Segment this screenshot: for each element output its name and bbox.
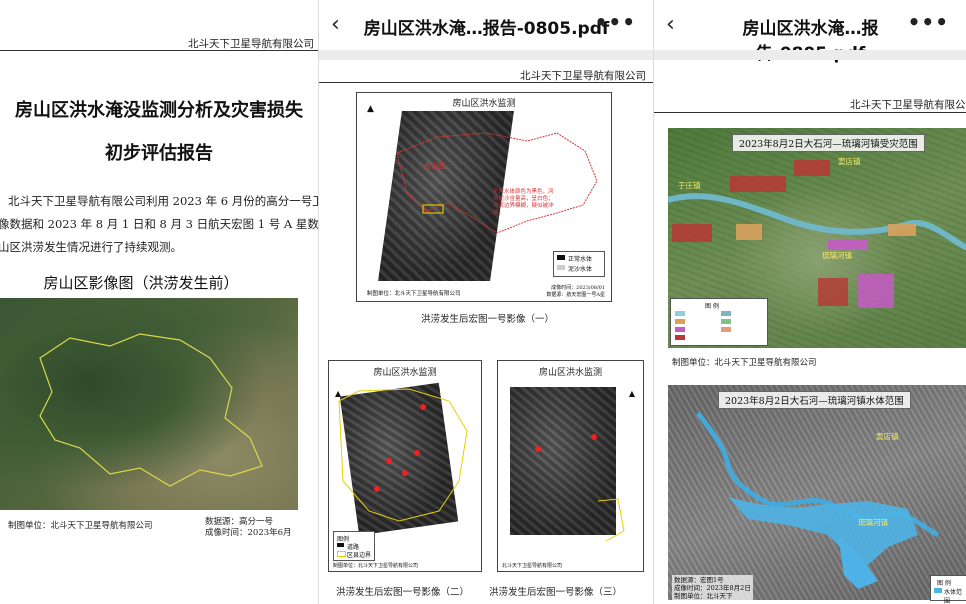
image-title: 房山区影像图（洪涝发生前） — [43, 274, 239, 292]
pdf-viewer-panel-2: ‹ 房山区洪水淹…报告-0805.pdf ••• 北斗天下卫星导航有限公司 房山… — [318, 0, 654, 604]
pdf-viewer-panel-3: ‹ 房山区洪水淹…报告-0805.pdf ••• 北斗天下卫星导航有限公司 20… — [653, 0, 966, 604]
more-options-icon[interactable]: ••• — [595, 10, 636, 34]
flood-monitoring-map-1: 房山区洪水监测 ▲ 房山区 正常水体颜色为黑色，河流泥沙含量高，呈白色；河流边界… — [356, 92, 612, 302]
map-legend: 图 例 — [670, 298, 768, 346]
imaging-time: 成像时间：2023年6月 — [205, 528, 292, 538]
map-producer: 制图单位：北斗天下卫星导航有限公司 — [333, 563, 419, 569]
document-subtitle: 初步评估报告 — [105, 143, 213, 164]
map-producer: 制图单位：北斗天下 — [674, 592, 733, 600]
map-producer: 制图单位：北斗天下卫星导航有限公司 — [367, 291, 461, 297]
place-label: 房山区 — [424, 162, 445, 170]
flood-monitoring-map-3: 房山区洪水监测 ▲ 北斗天下卫星导航有限公司 — [497, 360, 644, 572]
map-producer: 北斗天下卫星导航有限公司 — [502, 563, 563, 569]
header-rule — [319, 82, 654, 83]
header-rule — [654, 112, 966, 113]
map-legend: 图例 道路 区县边界 — [333, 531, 375, 561]
map-producer: 制图单位：北斗天下卫星导航有限公司 — [8, 521, 153, 531]
back-icon[interactable]: ‹ — [666, 12, 675, 38]
company-header: 北斗天下卫星导航有限公司 — [520, 70, 646, 82]
flood-points — [535, 434, 625, 542]
document-page-1: 北斗天下卫星导航有限公司 房山区洪水淹没监测分析及灾害损失 初步评估报告 北斗天… — [0, 0, 318, 604]
map-annotation: 正常水体颜色为黑色，河流泥沙含量高，呈白色；河流边界模糊，疑似被冲毁。 — [493, 189, 554, 216]
legend-label: 区县边界 — [347, 552, 372, 559]
company-header: 北斗天下卫星导航有限公司 — [188, 38, 314, 50]
place-label: 窦店镇 — [876, 432, 899, 441]
legend-swatch — [557, 255, 565, 260]
figure-caption: 洪涝发生后宏图一号影像（三） — [489, 587, 623, 598]
map-info: 数据源：宏图1号 成像时间：2023年8月2日 制图单位：北斗天下 — [672, 575, 753, 601]
legend-swatch — [934, 588, 942, 593]
legend-label: 泥沙水体 — [568, 266, 593, 273]
paragraph-line: 北斗天下卫星导航有限公司利用 2023 年 6 月份的高分一号卫星 — [8, 194, 318, 208]
satellite-image-before-flood — [0, 298, 298, 510]
map-title: 2023年8月2日大石河—琉璃河镇受灾范围 — [732, 134, 925, 152]
map-title: 2023年8月2日大石河—琉璃河镇水体范围 — [718, 391, 911, 409]
legend-swatch — [721, 319, 731, 324]
imaging-time: 成像时间：2023年8月2日 — [674, 584, 751, 592]
figure-caption: 洪涝发生后宏图一号影像（一） — [421, 314, 555, 325]
legend-swatch — [675, 319, 685, 324]
legend-label: 正常水体 — [568, 256, 593, 263]
place-label: 琉璃河镇 — [822, 251, 852, 260]
data-source: 数据源：宏图1号 — [674, 576, 724, 584]
legend-swatch — [675, 327, 685, 332]
place-label: 窦店镇 — [838, 157, 861, 166]
paragraph-line: 山区洪涝发生情况进行了持续观测。 — [0, 240, 182, 254]
back-icon[interactable]: ‹ — [331, 12, 340, 38]
legend-heading: 图 例 — [705, 303, 719, 310]
more-options-icon[interactable]: ••• — [908, 10, 949, 34]
imaging-time: 成像时间：2023/08/01 — [551, 285, 605, 291]
page-gap — [654, 50, 966, 60]
disaster-area-map: 2023年8月2日大石河—琉璃河镇受灾范围 窦店镇 于庄镇 琉璃河镇 图 例 — [668, 128, 966, 348]
legend-heading: 图 例 — [937, 580, 951, 587]
legend-swatch — [721, 311, 731, 316]
legend-swatch — [557, 265, 565, 270]
figure-caption: 洪涝发生后宏图一号影像（二） — [336, 587, 470, 598]
navigation-bar: ‹ 房山区洪水淹…报告-0805.pdf ••• — [319, 0, 654, 50]
place-label: 于庄镇 — [678, 181, 701, 190]
flood-monitoring-map-2: 房山区洪水监测 ▲ 图例 道路 区县边界 制图单位：北斗天下卫星导航有限公司 — [328, 360, 482, 572]
district-boundary — [39, 333, 263, 487]
map-legend: 正常水体 泥沙水体 — [553, 251, 605, 277]
legend-swatch — [675, 335, 685, 340]
legend-swatch — [675, 311, 685, 316]
paragraph-line: 像数据和 2023 年 8 月 1 日和 8 月 3 日航天宏图 1 号 A 星… — [0, 217, 318, 231]
data-source: 数据源：航天宏图一号A星 — [546, 292, 605, 298]
place-label: 琉璃河镇 — [858, 518, 888, 527]
legend-swatch — [721, 327, 731, 332]
document-title: 房山区洪水淹没监测分析及灾害损失 — [15, 100, 303, 121]
company-header: 北斗天下卫星导航有限公司 — [850, 99, 966, 111]
legend-swatch — [337, 551, 346, 557]
navigation-bar: ‹ 房山区洪水淹…报告-0805.pdf ••• — [654, 0, 966, 64]
water-extent-map: 2023年8月2日大石河—琉璃河镇水体范围 窦店镇 琉璃河镇 图 例 水体范围 … — [668, 385, 966, 604]
map-legend: 图 例 水体范围 — [930, 575, 966, 604]
header-rule — [0, 50, 318, 51]
water-extent — [695, 411, 940, 589]
legend-swatch — [337, 543, 344, 547]
legend-label: 水体范围 — [944, 589, 963, 604]
page-gap — [319, 50, 654, 60]
document-title: 房山区洪水淹…报告-0805.pdf — [363, 19, 610, 39]
map-producer: 制图单位：北斗天下卫星导航有限公司 — [672, 358, 817, 368]
